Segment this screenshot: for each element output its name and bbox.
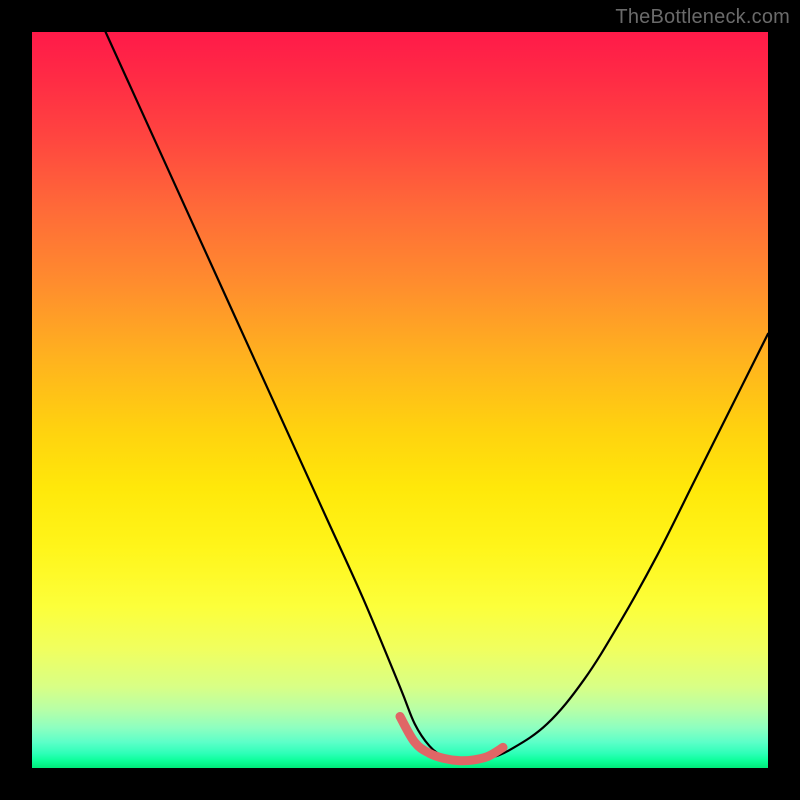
plot-area (32, 32, 768, 768)
watermark-text: TheBottleneck.com (615, 6, 790, 29)
curve-svg (32, 32, 768, 768)
main-curve (106, 32, 768, 761)
chart-frame: TheBottleneck.com (0, 0, 800, 800)
